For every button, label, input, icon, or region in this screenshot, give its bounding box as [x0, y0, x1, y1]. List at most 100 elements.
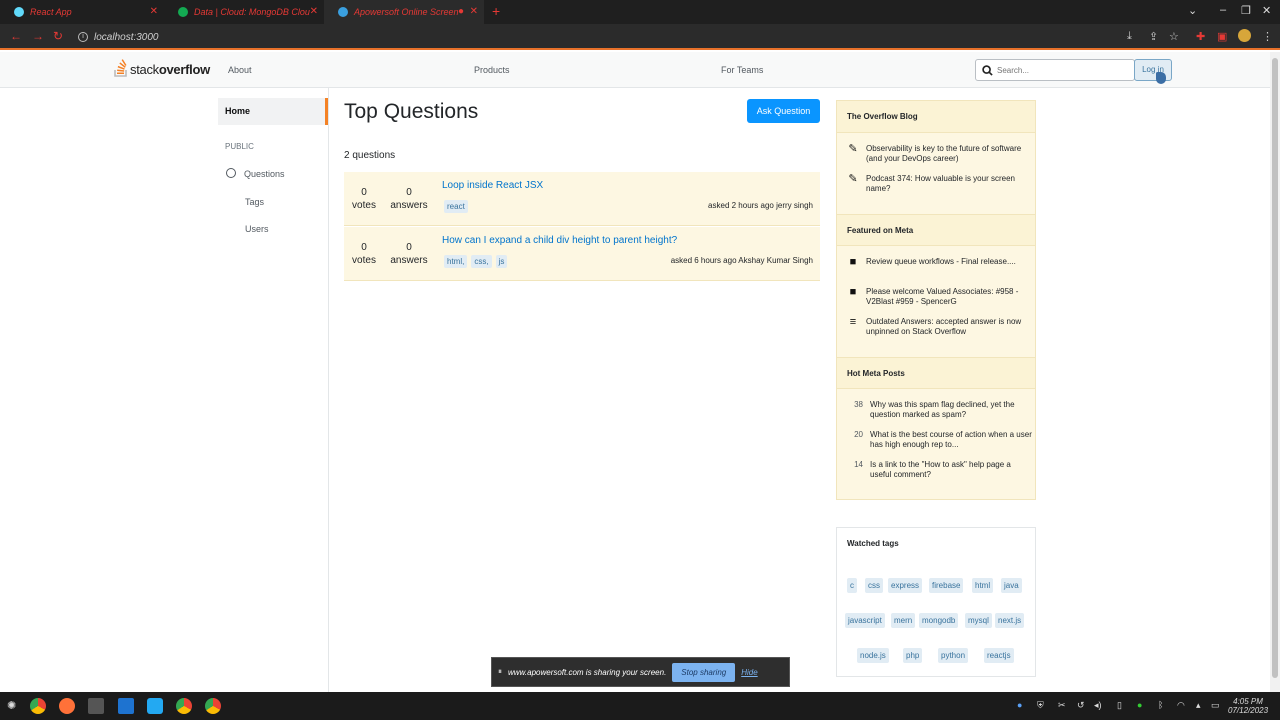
tag-react[interactable]: react: [444, 200, 468, 213]
meta-item-text: Review queue workflows - Final release..…: [866, 257, 1016, 266]
meta-item[interactable]: ■ Review queue workflows - Final release…: [847, 257, 1033, 268]
question-title-link[interactable]: Loop inside React JSX: [442, 180, 543, 191]
info-icon[interactable]: i: [78, 32, 88, 42]
nav-for-teams[interactable]: For Teams: [721, 65, 763, 75]
star-icon[interactable]: ☆: [1169, 30, 1179, 43]
chrome-icon[interactable]: [176, 698, 192, 714]
tag-css[interactable]: css,: [471, 255, 492, 268]
install-icon[interactable]: ⤓: [1127, 30, 1132, 43]
sync-icon[interactable]: ↺: [1077, 700, 1085, 711]
menu-icon[interactable]: ⋮: [1262, 30, 1273, 43]
maximize-icon[interactable]: ❐: [1241, 4, 1251, 17]
pencil-icon: ✎: [848, 173, 858, 185]
watched-tag[interactable]: mongodb: [919, 613, 959, 628]
shield-icon[interactable]: ⛨: [1037, 700, 1044, 711]
firefox-icon[interactable]: [59, 698, 75, 714]
url-field[interactable]: i localhost:3000: [78, 27, 159, 47]
close-icon[interactable]: ✕: [470, 6, 478, 17]
minimize-icon[interactable]: –: [1220, 4, 1226, 16]
files-icon[interactable]: [118, 698, 134, 714]
blog-item[interactable]: ✎ Podcast 374: How valuable is your scre…: [847, 174, 1033, 194]
tray-up-icon[interactable]: ▴: [1196, 700, 1201, 711]
forward-icon[interactable]: →: [32, 29, 44, 43]
watched-tag[interactable]: mern: [891, 613, 916, 628]
tab-mongodb[interactable]: Data | Cloud: MongoDB Clou ✕: [164, 0, 324, 24]
search-input[interactable]: [997, 65, 1127, 75]
watched-tag[interactable]: css: [865, 578, 883, 593]
hot-meta-item[interactable]: 14 Is a link to the "How to ask" help pa…: [847, 460, 1033, 480]
sidebar-item-questions[interactable]: Questions: [244, 169, 285, 179]
wifi-icon[interactable]: ◠: [1177, 700, 1185, 711]
watched-tag[interactable]: node.js: [857, 648, 889, 663]
meta-item[interactable]: ■ Please welcome Valued Associates: #958…: [847, 287, 1033, 307]
sidebar-item-tags[interactable]: Tags: [245, 197, 264, 207]
ask-question-button[interactable]: Ask Question: [747, 99, 820, 123]
extensions-icon[interactable]: ✚: [1196, 30, 1205, 43]
volume-icon[interactable]: ◂): [1094, 700, 1102, 711]
nav-products[interactable]: Products: [474, 65, 510, 75]
sidebar-item-home[interactable]: Home: [218, 98, 328, 125]
watched-tag[interactable]: python: [938, 648, 969, 663]
bluetooth-icon[interactable]: ᛒ: [1158, 700, 1163, 710]
chrome-icon[interactable]: [205, 698, 221, 714]
left-sidebar: Home PUBLIC Questions Tags Users: [218, 88, 329, 692]
hide-link[interactable]: Hide: [741, 668, 757, 677]
pause-icon: ⏸: [498, 667, 502, 676]
sidepanel-icon[interactable]: ▣: [1217, 30, 1227, 43]
login-button[interactable]: Log in: [1134, 59, 1172, 81]
hot-meta-item[interactable]: 38 Why was this spam flag declined, yet …: [847, 400, 1033, 420]
share-icon[interactable]: ⇪: [1149, 30, 1158, 43]
chrome-icon[interactable]: [30, 698, 46, 714]
watched-tag[interactable]: php: [903, 648, 923, 663]
clock-time: 4:05 PM: [1233, 697, 1263, 706]
new-tab-icon[interactable]: +: [492, 3, 500, 19]
stop-sharing-button[interactable]: Stop sharing: [672, 662, 736, 682]
clock[interactable]: 4:05 PM 07/12/2023: [1228, 697, 1268, 715]
blog-item[interactable]: ✎ Observability is key to the future of …: [847, 144, 1033, 164]
search-box[interactable]: [975, 59, 1135, 81]
reload-icon[interactable]: ↻: [53, 29, 63, 43]
watched-tag[interactable]: next.js: [995, 613, 1025, 628]
watched-tag[interactable]: c: [847, 578, 857, 593]
watched-tag[interactable]: java: [1001, 578, 1022, 593]
watched-tag[interactable]: html: [972, 578, 994, 593]
page-scrollbar[interactable]: [1270, 52, 1280, 692]
watched-tag[interactable]: javascript: [845, 613, 885, 628]
asked-info: asked 6 hours ago Akshay Kumar Singh: [670, 256, 813, 265]
tag-html[interactable]: html,: [444, 255, 468, 268]
stackoverflow-logo[interactable]: stackoverflow: [114, 59, 210, 77]
sidebar-item-users[interactable]: Users: [245, 224, 269, 234]
watched-tag[interactable]: express: [888, 578, 923, 593]
info-icon[interactable]: ●: [1017, 700, 1022, 710]
close-window-icon[interactable]: ✕: [1262, 4, 1271, 17]
chevron-down-icon[interactable]: ⌄: [1188, 4, 1197, 17]
hot-meta-count: 38: [854, 400, 863, 409]
profile-avatar[interactable]: [1238, 29, 1251, 42]
tab-react-app[interactable]: React App ✕: [0, 0, 164, 24]
close-icon[interactable]: ✕: [150, 6, 158, 17]
question-title-link[interactable]: How can I expand a child div height to p…: [442, 235, 677, 246]
hot-meta-item[interactable]: 20 What is the best course of action whe…: [847, 430, 1033, 450]
question-tags: react: [444, 200, 468, 213]
nav-about[interactable]: About: [228, 65, 252, 75]
back-icon[interactable]: ←: [10, 29, 22, 43]
asked-info: asked 2 hours ago jerry singh: [708, 201, 813, 210]
close-icon[interactable]: ✕: [310, 6, 318, 17]
status-icon[interactable]: ●: [1137, 700, 1142, 710]
watched-tag[interactable]: reactjs: [984, 648, 1014, 663]
tag-js[interactable]: js: [495, 255, 508, 268]
scrollbar-thumb[interactable]: [1272, 58, 1278, 678]
question-count: 2 questions: [344, 150, 396, 161]
meta-item[interactable]: ≡ Outdated Answers: accepted answer is n…: [847, 317, 1033, 337]
terminal-icon[interactable]: [88, 698, 104, 714]
tab-apowersoft[interactable]: Apowersoft Online Screen ● ✕: [324, 0, 484, 24]
watched-tag[interactable]: mysql: [965, 613, 992, 628]
phone-icon[interactable]: ▯: [1117, 700, 1122, 711]
vscode-icon[interactable]: [147, 698, 163, 714]
scissors-icon[interactable]: ✂: [1058, 700, 1066, 711]
launcher-icon[interactable]: ✺: [7, 699, 16, 712]
watched-tag[interactable]: firebase: [929, 578, 964, 593]
battery-icon[interactable]: ▭: [1211, 700, 1220, 711]
react-icon: [14, 7, 24, 17]
screen-share-bar: ⏸ www.apowersoft.com is sharing your scr…: [491, 657, 790, 687]
